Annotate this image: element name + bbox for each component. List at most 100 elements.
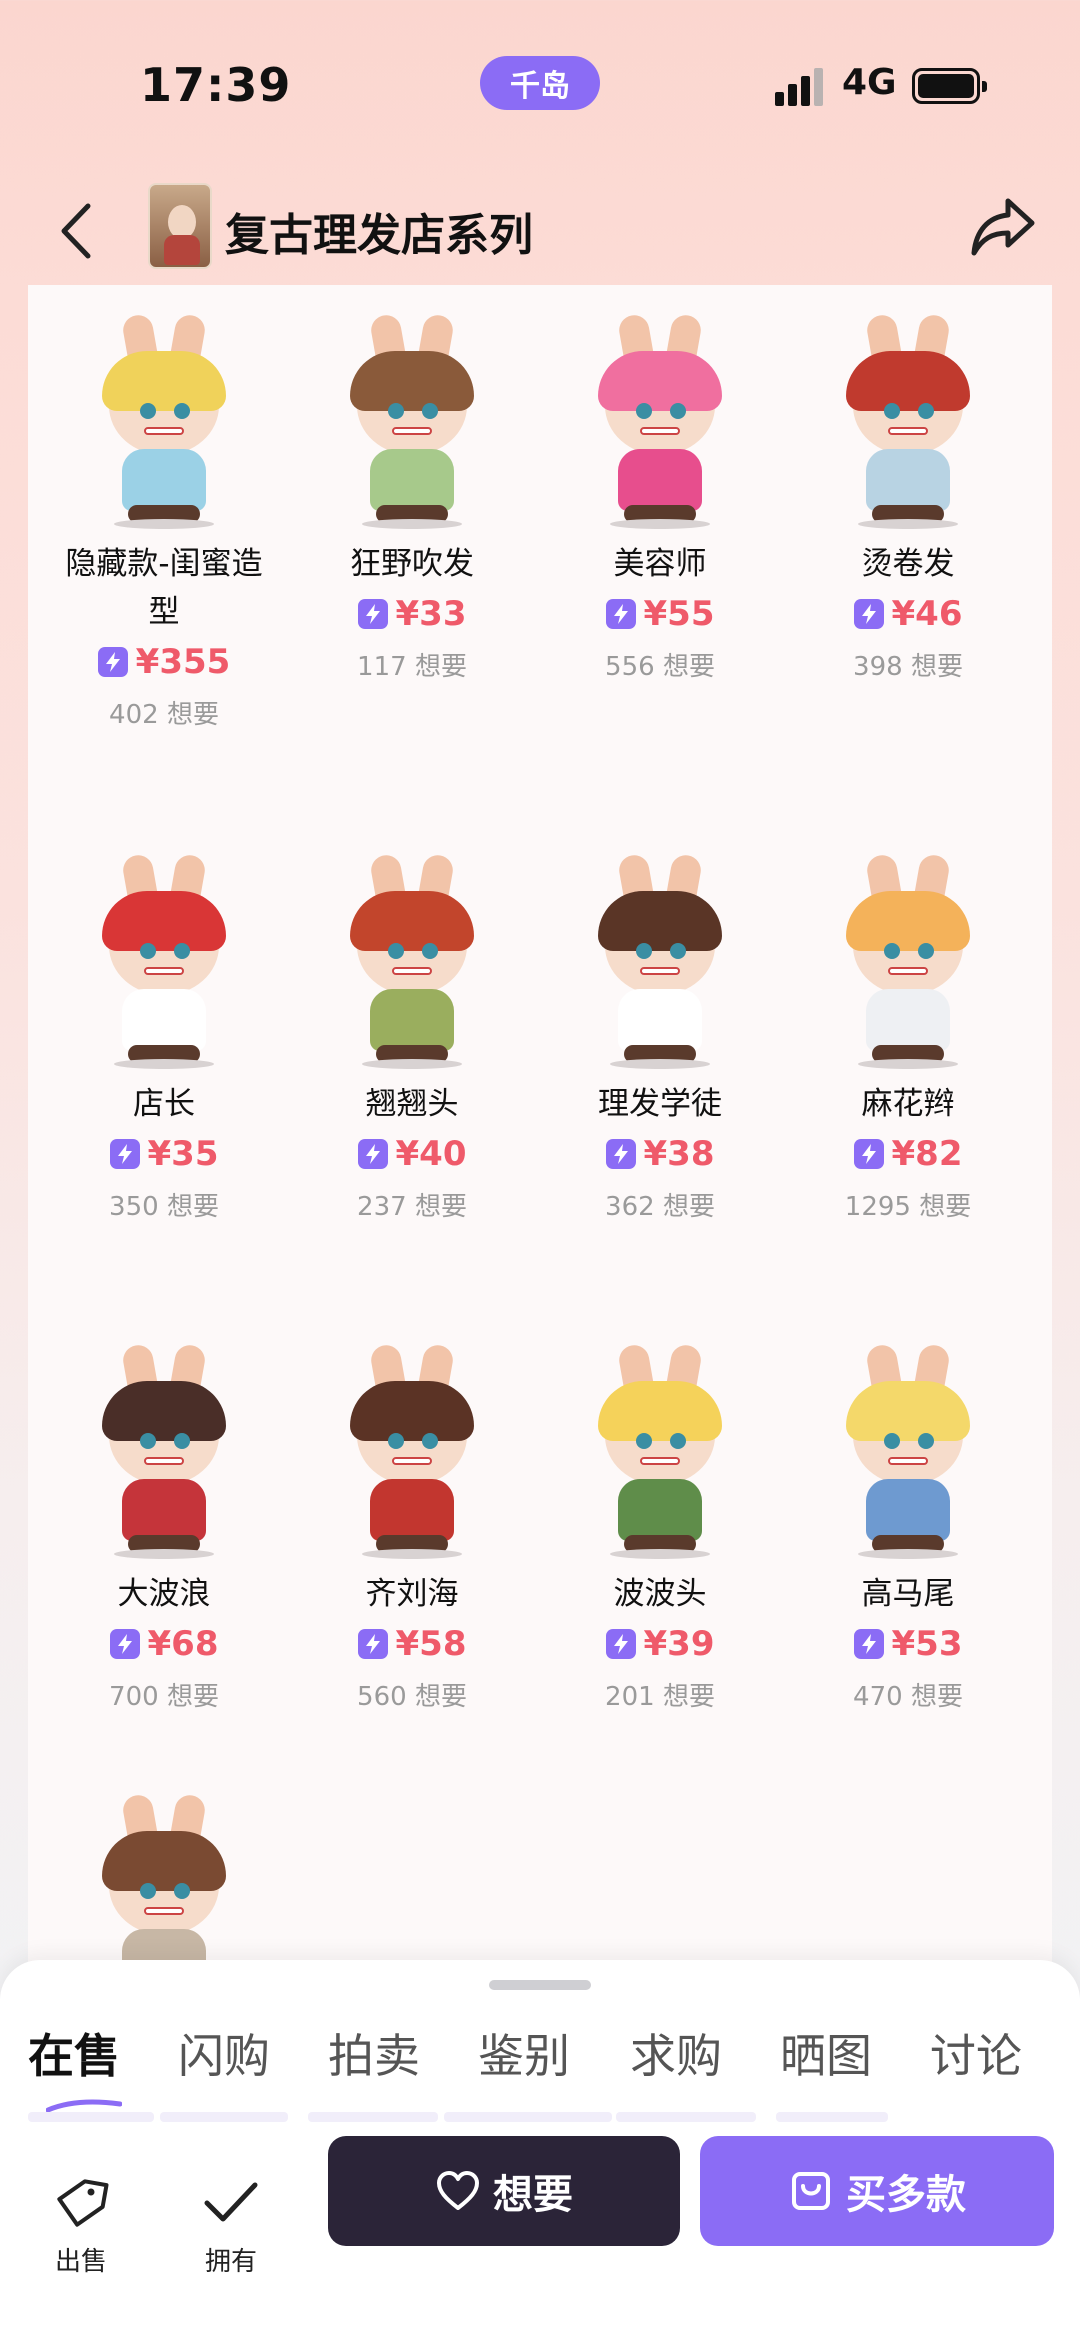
page-title: 复古理发店系列 <box>225 210 533 261</box>
flash-icon <box>853 599 884 629</box>
tab-on-sale[interactable]: 在售 <box>28 2020 120 2086</box>
tab-wanted[interactable]: 求购 <box>630 2020 722 2086</box>
back-icon[interactable] <box>52 200 102 262</box>
tab-photos[interactable]: 晒图 <box>780 2020 872 2086</box>
want-count: 237 想要 <box>357 1192 467 1222</box>
product-price: ¥39 <box>643 1624 715 1664</box>
product-card[interactable]: 波波头 ¥39 201 想要 <box>536 1325 784 1724</box>
product-image[interactable] <box>40 1775 288 1985</box>
product-name: 齐刘海 <box>365 1576 459 1612</box>
want-button[interactable]: 想要 <box>328 2136 680 2246</box>
product-name: 波波头 <box>613 1576 707 1612</box>
product-card[interactable]: 隐藏款-闺蜜造型 ¥355 402 想要 <box>40 295 288 742</box>
product-price: ¥68 <box>147 1624 219 1664</box>
filter-chip <box>616 2112 756 2122</box>
product-image[interactable] <box>288 1325 536 1570</box>
product-image[interactable] <box>40 1325 288 1570</box>
flash-icon <box>109 1139 140 1169</box>
tab-auction[interactable]: 拍卖 <box>328 2020 420 2086</box>
product-card[interactable]: 麻花辫 ¥82 1295 想要 <box>784 835 1032 1234</box>
product-image[interactable] <box>288 295 536 540</box>
product-card[interactable]: 烫卷发 ¥46 398 想要 <box>784 295 1032 694</box>
product-price: ¥35 <box>147 1134 219 1174</box>
app-badge[interactable]: 千岛 <box>480 56 600 110</box>
signal-icon <box>775 68 825 106</box>
product-price: ¥355 <box>135 642 231 682</box>
network-type: 4G <box>842 62 897 103</box>
tab-flash-buy[interactable]: 闪购 <box>178 2020 270 2086</box>
flash-icon <box>605 1139 636 1169</box>
want-count: 700 想要 <box>109 1682 219 1712</box>
price-row: ¥55 <box>536 588 784 640</box>
product-card[interactable] <box>40 1775 288 1985</box>
filter-chip <box>308 2112 438 2122</box>
flash-icon <box>605 1629 636 1659</box>
product-price: ¥82 <box>891 1134 963 1174</box>
product-card[interactable]: 齐刘海 ¥58 560 想要 <box>288 1325 536 1724</box>
product-name: 翘翘头 <box>365 1086 459 1122</box>
share-icon[interactable] <box>968 195 1038 259</box>
own-label: 拥有 <box>204 2247 257 2277</box>
price-row: ¥39 <box>536 1618 784 1670</box>
product-price: ¥38 <box>643 1134 715 1174</box>
sell-label: 出售 <box>54 2247 107 2277</box>
want-count: 560 想要 <box>357 1682 467 1712</box>
want-count: 398 想要 <box>853 652 963 682</box>
product-name: 大波浪 <box>117 1576 211 1612</box>
price-row: ¥58 <box>288 1618 536 1670</box>
flash-icon <box>97 647 128 677</box>
price-row: ¥35 <box>40 1128 288 1180</box>
product-image[interactable] <box>288 835 536 1080</box>
product-name: 麻花辫 <box>861 1086 955 1122</box>
heart-icon <box>437 2171 479 2210</box>
product-card[interactable]: 店长 ¥35 350 想要 <box>40 835 288 1234</box>
product-card[interactable]: 狂野吹发 ¥33 117 想要 <box>288 295 536 694</box>
want-count: 362 想要 <box>605 1192 715 1222</box>
buy-multiple-button[interactable]: 买多款 <box>700 2136 1054 2246</box>
product-card[interactable]: 翘翘头 ¥40 237 想要 <box>288 835 536 1234</box>
sheet-handle[interactable] <box>489 1980 591 1990</box>
product-name: 烫卷发 <box>861 546 955 582</box>
own-button[interactable]: 拥有 <box>176 2173 286 2278</box>
product-image[interactable] <box>40 295 288 540</box>
price-row: ¥53 <box>784 1618 1032 1670</box>
buy-multiple-label: 买多款 <box>846 2172 966 2218</box>
price-row: ¥33 <box>288 588 536 640</box>
status-time: 17:39 <box>140 58 292 112</box>
flash-icon <box>109 1629 140 1659</box>
price-row: ¥38 <box>536 1128 784 1180</box>
flash-icon <box>357 599 388 629</box>
tag-icon <box>57 2179 109 2227</box>
tab-appraisal[interactable]: 鉴别 <box>478 2020 570 2086</box>
want-count: 470 想要 <box>853 1682 963 1712</box>
product-name: 隐藏款-闺蜜造型 <box>65 546 263 630</box>
product-name: 美容师 <box>613 546 707 582</box>
tab-bar: 在售 闪购 拍卖 鉴别 求购 晒图 讨论 <box>0 2020 1080 2113</box>
product-image[interactable] <box>40 835 288 1080</box>
product-image[interactable] <box>784 1325 1032 1570</box>
want-count: 350 想要 <box>109 1192 219 1222</box>
product-card[interactable]: 理发学徒 ¥38 362 想要 <box>536 835 784 1234</box>
want-count: 201 想要 <box>605 1682 715 1712</box>
product-image[interactable] <box>536 1325 784 1570</box>
product-card[interactable]: 高马尾 ¥53 470 想要 <box>784 1325 1032 1724</box>
product-card[interactable]: 美容师 ¥55 556 想要 <box>536 295 784 694</box>
product-price: ¥55 <box>643 594 715 634</box>
product-image[interactable] <box>784 295 1032 540</box>
series-thumbnail <box>148 183 212 269</box>
product-image[interactable] <box>536 835 784 1080</box>
want-count: 117 想要 <box>357 652 467 682</box>
tab-discussion[interactable]: 讨论 <box>930 2020 1022 2086</box>
product-name: 店长 <box>133 1086 195 1122</box>
product-card[interactable]: 大波浪 ¥68 700 想要 <box>40 1325 288 1724</box>
product-name: 高马尾 <box>861 1576 955 1612</box>
flash-icon <box>357 1629 388 1659</box>
product-price: ¥46 <box>891 594 963 634</box>
want-count: 556 想要 <box>605 652 715 682</box>
product-image[interactable] <box>784 835 1032 1080</box>
sell-button[interactable]: 出售 <box>26 2173 136 2278</box>
filter-chip <box>160 2112 288 2122</box>
price-row: ¥82 <box>784 1128 1032 1180</box>
product-image[interactable] <box>536 295 784 540</box>
price-row: ¥355 <box>40 636 288 688</box>
